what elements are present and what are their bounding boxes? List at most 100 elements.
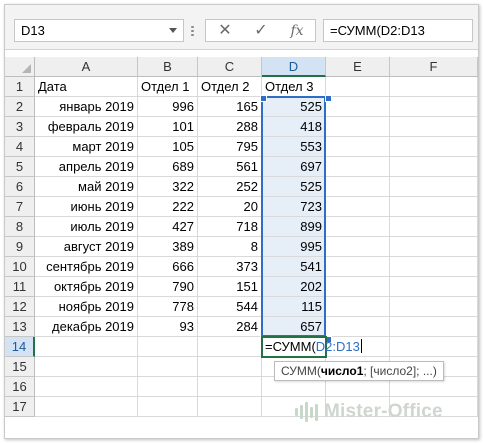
cell-c3[interactable]: 288 — [198, 117, 262, 137]
cell-b16[interactable] — [138, 377, 198, 397]
row-header-4[interactable]: 4 — [5, 137, 35, 157]
cell-c2[interactable]: 165 — [198, 97, 262, 117]
cell-f7[interactable] — [390, 197, 478, 217]
cell-f3[interactable] — [390, 117, 478, 137]
cell-b17[interactable] — [138, 397, 198, 417]
cell-c7[interactable]: 20 — [198, 197, 262, 217]
row-header-16[interactable]: 16 — [5, 377, 35, 397]
cell-b2[interactable]: 996 — [138, 97, 198, 117]
row-header-14[interactable]: 14 — [5, 337, 35, 357]
cancel-icon[interactable]: ✕ — [210, 21, 240, 41]
cell-e12[interactable] — [326, 297, 390, 317]
cell-d12[interactable]: 115 — [262, 297, 326, 317]
cell-c5[interactable]: 561 — [198, 157, 262, 177]
cell-c13[interactable]: 284 — [198, 317, 262, 337]
cell-d7[interactable]: 723 — [262, 197, 326, 217]
cell-c15[interactable] — [198, 357, 262, 377]
cell-b12[interactable]: 778 — [138, 297, 198, 317]
cell-c17[interactable] — [198, 397, 262, 417]
cell-c11[interactable]: 151 — [198, 277, 262, 297]
cell-d5[interactable]: 697 — [262, 157, 326, 177]
enter-icon[interactable]: ✓ — [246, 21, 276, 41]
cell-a8[interactable]: июль 2019 — [35, 217, 138, 237]
cell-f2[interactable] — [390, 97, 478, 117]
cell-e1[interactable] — [326, 77, 390, 97]
row-header-15[interactable]: 15 — [5, 357, 35, 377]
cell-b9[interactable]: 389 — [138, 237, 198, 257]
cell-d6[interactable]: 525 — [262, 177, 326, 197]
row-header-5[interactable]: 5 — [5, 157, 35, 177]
cell-e8[interactable] — [326, 217, 390, 237]
cell-d4[interactable]: 553 — [262, 137, 326, 157]
column-header-d[interactable]: D — [262, 57, 326, 77]
chevron-down-icon[interactable] — [169, 28, 177, 33]
cell-a7[interactable]: июнь 2019 — [35, 197, 138, 217]
cell-f1[interactable] — [390, 77, 478, 97]
cell-b6[interactable]: 322 — [138, 177, 198, 197]
tooltip-arg1[interactable]: число1 — [321, 364, 364, 378]
cell-a14[interactable] — [35, 337, 138, 357]
cell-e11[interactable] — [326, 277, 390, 297]
cell-a1[interactable]: Дата — [35, 77, 138, 97]
cell-c8[interactable]: 718 — [198, 217, 262, 237]
cell-f12[interactable] — [390, 297, 478, 317]
cell-f8[interactable] — [390, 217, 478, 237]
cell-f14[interactable] — [390, 337, 478, 357]
row-header-6[interactable]: 6 — [5, 177, 35, 197]
cell-c4[interactable]: 795 — [198, 137, 262, 157]
cell-e3[interactable] — [326, 117, 390, 137]
cell-a16[interactable] — [35, 377, 138, 397]
cell-c14[interactable] — [198, 337, 262, 357]
cell-b3[interactable]: 101 — [138, 117, 198, 137]
cell-b14[interactable] — [138, 337, 198, 357]
cell-d1[interactable]: Отдел 3 — [262, 77, 326, 97]
cell-b11[interactable]: 790 — [138, 277, 198, 297]
row-header-3[interactable]: 3 — [5, 117, 35, 137]
cell-d14[interactable] — [262, 337, 326, 357]
row-header-10[interactable]: 10 — [5, 257, 35, 277]
cell-f5[interactable] — [390, 157, 478, 177]
cell-a2[interactable]: январь 2019 — [35, 97, 138, 117]
row-header-7[interactable]: 7 — [5, 197, 35, 217]
cell-a3[interactable]: февраль 2019 — [35, 117, 138, 137]
row-header-1[interactable]: 1 — [5, 77, 35, 97]
cell-a6[interactable]: май 2019 — [35, 177, 138, 197]
cell-f4[interactable] — [390, 137, 478, 157]
formula-input[interactable]: =СУММ(D2:D13 — [323, 19, 473, 42]
select-all-corner[interactable] — [5, 57, 35, 77]
cell-a13[interactable]: декабрь 2019 — [35, 317, 138, 337]
row-header-8[interactable]: 8 — [5, 217, 35, 237]
cell-e14[interactable] — [326, 337, 390, 357]
cell-a9[interactable]: август 2019 — [35, 237, 138, 257]
cell-b10[interactable]: 666 — [138, 257, 198, 277]
cell-b13[interactable]: 93 — [138, 317, 198, 337]
cell-b8[interactable]: 427 — [138, 217, 198, 237]
cell-e2[interactable] — [326, 97, 390, 117]
cell-a11[interactable]: октябрь 2019 — [35, 277, 138, 297]
cell-c1[interactable]: Отдел 2 — [198, 77, 262, 97]
row-header-9[interactable]: 9 — [5, 237, 35, 257]
cell-e6[interactable] — [326, 177, 390, 197]
cell-b15[interactable] — [138, 357, 198, 377]
cell-b4[interactable]: 105 — [138, 137, 198, 157]
cell-f13[interactable] — [390, 317, 478, 337]
cell-a4[interactable]: март 2019 — [35, 137, 138, 157]
cell-d8[interactable]: 899 — [262, 217, 326, 237]
cell-d13[interactable]: 657 — [262, 317, 326, 337]
cell-d3[interactable]: 418 — [262, 117, 326, 137]
cell-c6[interactable]: 252 — [198, 177, 262, 197]
cell-c16[interactable] — [198, 377, 262, 397]
cell-a5[interactable]: апрель 2019 — [35, 157, 138, 177]
row-header-11[interactable]: 11 — [5, 277, 35, 297]
cell-b5[interactable]: 689 — [138, 157, 198, 177]
row-header-13[interactable]: 13 — [5, 317, 35, 337]
cell-a15[interactable] — [35, 357, 138, 377]
cell-e10[interactable] — [326, 257, 390, 277]
cell-c9[interactable]: 8 — [198, 237, 262, 257]
cell-d11[interactable]: 202 — [262, 277, 326, 297]
cell-e13[interactable] — [326, 317, 390, 337]
cell-d2[interactable]: 525 — [262, 97, 326, 117]
cell-a17[interactable] — [35, 397, 138, 417]
cell-e4[interactable] — [326, 137, 390, 157]
grip-icon[interactable] — [191, 26, 194, 38]
